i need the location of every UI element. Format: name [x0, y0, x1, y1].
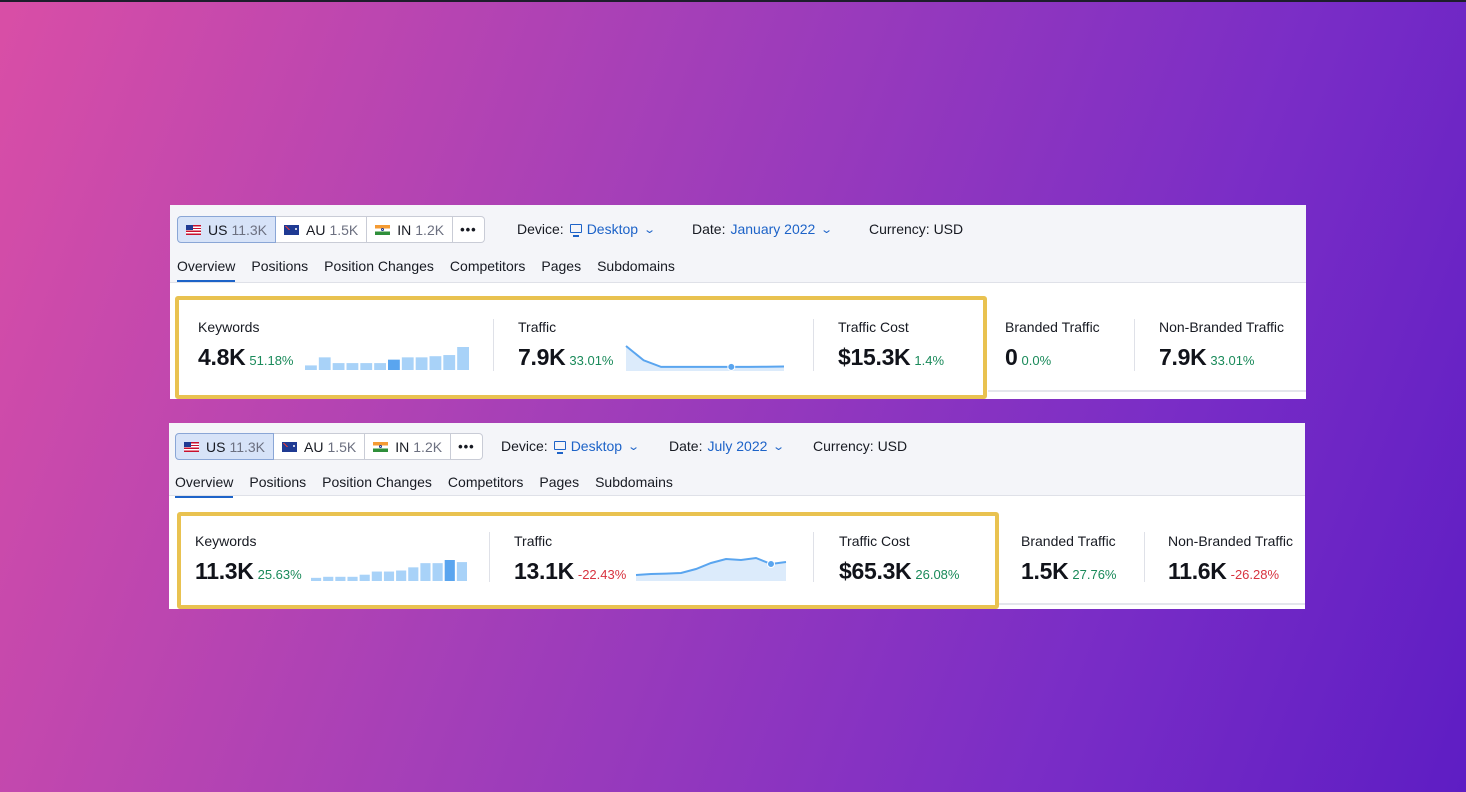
- database-count: 11.3K: [229, 438, 265, 455]
- tab-subdomains[interactable]: Subdomains: [597, 258, 675, 282]
- report-tabs: Overview Positions Position Changes Comp…: [177, 258, 691, 282]
- tab-overview[interactable]: Overview: [177, 258, 236, 282]
- kpi-change: -26.28%: [1230, 567, 1280, 582]
- toolbar-border: [169, 495, 1305, 496]
- device-label: Device:: [501, 438, 548, 454]
- database-code: IN: [397, 221, 412, 238]
- kpi-change: 27.76%: [1072, 567, 1117, 582]
- currency-label: Currency: USD: [813, 438, 908, 454]
- us-flag-icon: [184, 441, 199, 452]
- domain-overview-panel-july: US 11.3K AU 1.5K IN 1.2K ••• Device: Des…: [169, 423, 1305, 609]
- panel-bottom-border: [999, 603, 1305, 605]
- database-code: AU: [306, 221, 326, 238]
- database-count: 1.5K: [327, 438, 357, 455]
- desktop-icon: [569, 223, 582, 237]
- device-value: Desktop: [586, 221, 639, 237]
- chevron-down-icon: ⌄: [820, 223, 834, 236]
- kpi-value: 11.6K: [1168, 558, 1227, 584]
- kpi-value: 7.9K: [1159, 344, 1207, 370]
- date-label: Date:: [692, 221, 726, 237]
- database-count: 1.5K: [329, 221, 359, 238]
- domain-overview-panel-january: US 11.3K AU 1.5K IN 1.2K ••• Device: Des…: [170, 205, 1306, 399]
- kpi-label: Non-Branded Traffic: [1159, 319, 1285, 335]
- database-in-button[interactable]: IN 1.2K: [365, 433, 452, 460]
- tab-competitors[interactable]: Competitors: [450, 258, 525, 282]
- desktop-icon: [553, 440, 566, 454]
- device-label: Device:: [517, 221, 564, 237]
- chevron-down-icon: ⌄: [627, 440, 641, 453]
- database-code: US: [208, 221, 228, 238]
- kpi-change: 0.0%: [1021, 353, 1052, 368]
- chevron-down-icon: ⌄: [772, 440, 786, 453]
- us-flag-icon: [186, 224, 201, 235]
- database-us-button[interactable]: US 11.3K: [175, 433, 274, 460]
- database-au-button[interactable]: AU 1.5K: [276, 216, 368, 243]
- database-selector: US 11.3K AU 1.5K IN 1.2K •••: [177, 216, 485, 243]
- top-edge-line: [0, 0, 1466, 2]
- kpi-change: 33.01%: [1210, 353, 1255, 368]
- device-selector[interactable]: Device: Desktop ⌄: [501, 438, 641, 454]
- kpi-non-branded-traffic[interactable]: Non-Branded Traffic 7.9K 33.01%: [1159, 319, 1284, 371]
- more-databases-button[interactable]: •••: [451, 433, 483, 460]
- database-selector: US 11.3K AU 1.5K IN 1.2K •••: [175, 433, 483, 460]
- in-flag-icon: [375, 224, 391, 235]
- highlight-box: [177, 512, 999, 609]
- date-value: July 2022: [707, 438, 768, 454]
- au-flag-icon: [284, 224, 299, 235]
- database-code: IN: [395, 438, 410, 455]
- database-code: AU: [304, 438, 324, 455]
- kpi-label: Branded Traffic: [1021, 533, 1116, 549]
- kpi-value: 0: [1005, 344, 1018, 370]
- kpi-branded-traffic[interactable]: Branded Traffic 0 0.0%: [1005, 319, 1100, 371]
- more-databases-button[interactable]: •••: [453, 216, 485, 243]
- database-count: 1.2K: [415, 221, 445, 238]
- database-code: US: [206, 438, 226, 455]
- date-label: Date:: [669, 438, 703, 454]
- database-count: 1.2K: [413, 438, 443, 455]
- kpi-divider: [1134, 319, 1135, 371]
- toolbar-border: [170, 282, 1306, 283]
- highlight-box: [175, 296, 987, 399]
- database-in-button[interactable]: IN 1.2K: [367, 216, 454, 243]
- kpi-divider: [1144, 532, 1145, 582]
- kpi-label: Branded Traffic: [1005, 319, 1100, 335]
- database-au-button[interactable]: AU 1.5K: [274, 433, 366, 460]
- kpi-branded-traffic[interactable]: Branded Traffic 1.5K 27.76%: [1021, 533, 1116, 585]
- tab-positions[interactable]: Positions: [251, 258, 308, 282]
- tab-pages[interactable]: Pages: [541, 258, 581, 282]
- date-selector[interactable]: Date: July 2022 ⌄: [669, 438, 786, 454]
- chevron-down-icon: ⌄: [643, 223, 657, 236]
- in-flag-icon: [373, 441, 389, 452]
- kpi-value: 1.5K: [1021, 558, 1069, 584]
- kpi-label: Non-Branded Traffic: [1168, 533, 1294, 549]
- device-selector[interactable]: Device: Desktop ⌄: [517, 221, 657, 237]
- date-selector[interactable]: Date: January 2022 ⌄: [692, 221, 834, 237]
- kpi-non-branded-traffic[interactable]: Non-Branded Traffic 11.6K -26.28%: [1168, 533, 1293, 585]
- database-count: 11.3K: [231, 221, 267, 238]
- panel-toolbar: US 11.3K AU 1.5K IN 1.2K ••• Device: Des…: [169, 423, 1305, 498]
- database-us-button[interactable]: US 11.3K: [177, 216, 276, 243]
- au-flag-icon: [282, 441, 297, 452]
- panel-toolbar: US 11.3K AU 1.5K IN 1.2K ••• Device: Des…: [170, 205, 1306, 283]
- panel-bottom-border: [988, 390, 1306, 392]
- tab-position-changes[interactable]: Position Changes: [324, 258, 434, 282]
- date-value: January 2022: [730, 221, 816, 237]
- device-value: Desktop: [570, 438, 623, 454]
- currency-label: Currency: USD: [869, 221, 964, 237]
